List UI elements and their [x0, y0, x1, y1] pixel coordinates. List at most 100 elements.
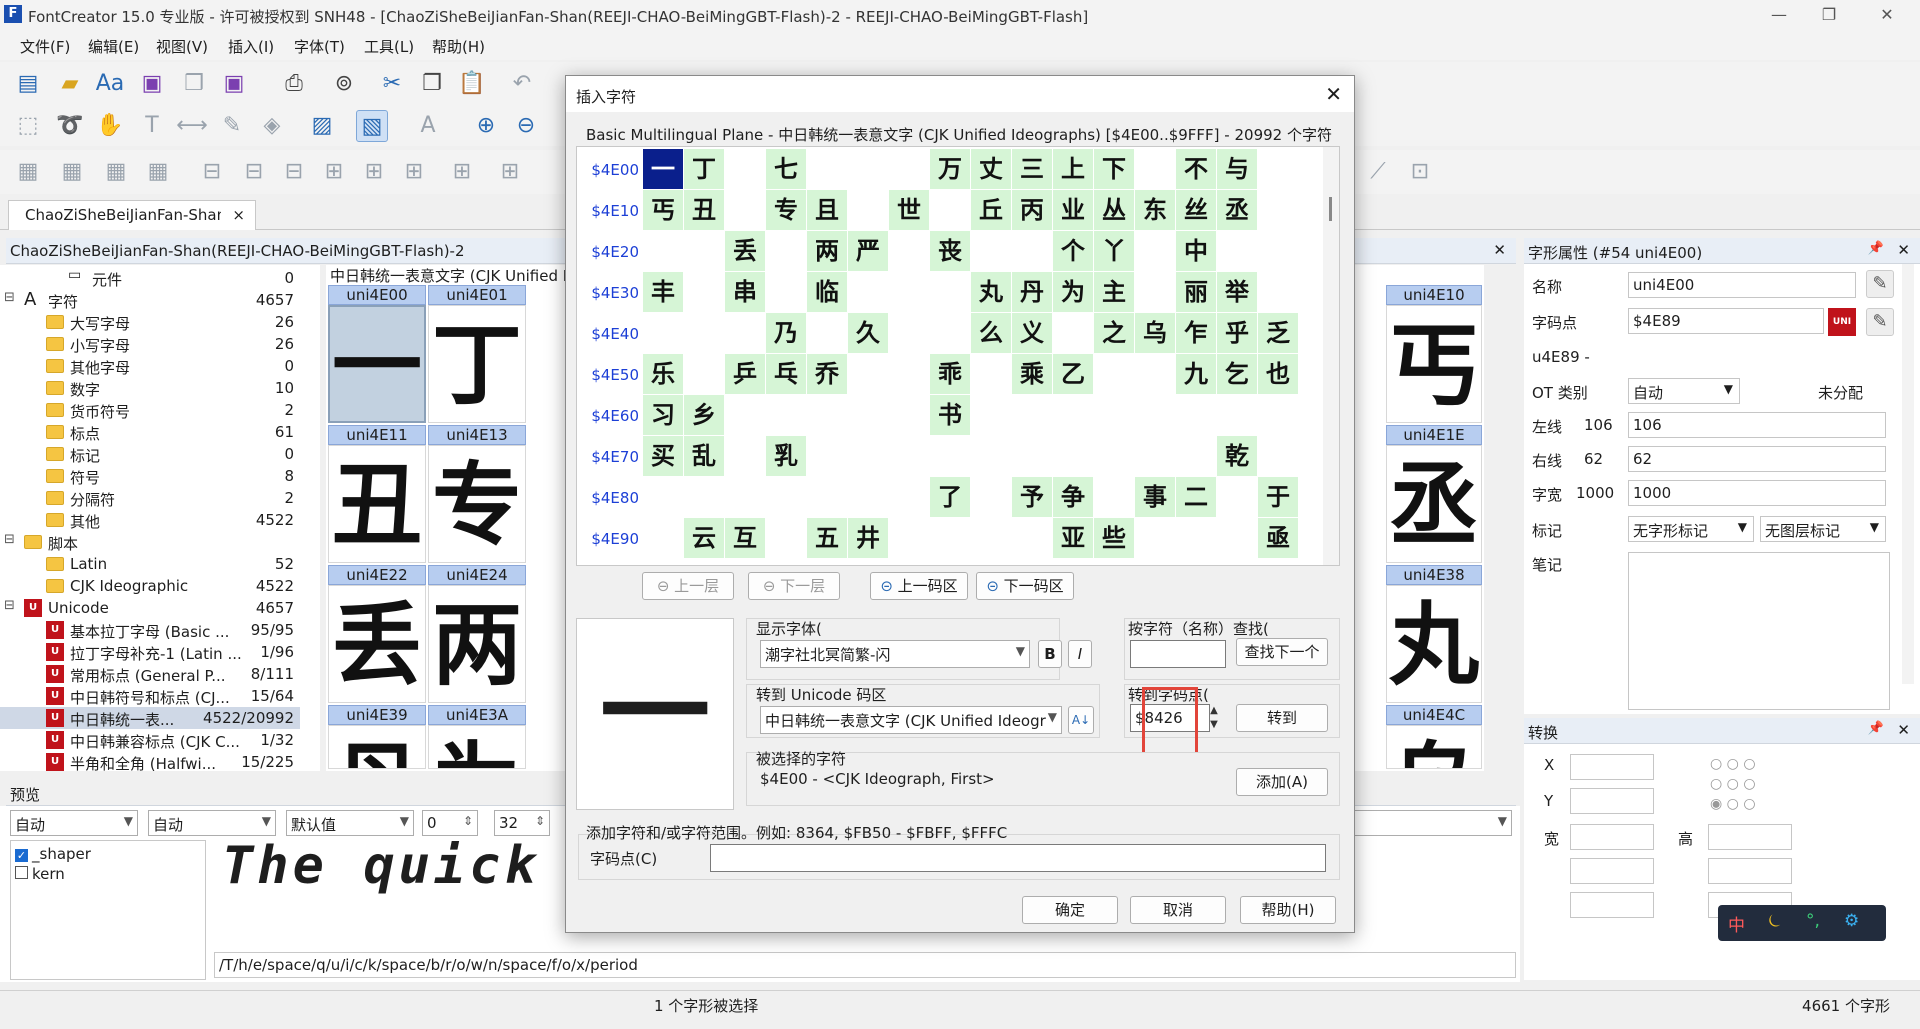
align-11-icon[interactable]: ⊞ [446, 156, 478, 188]
char-cell[interactable] [807, 313, 847, 353]
char-cell[interactable]: 丹 [1012, 272, 1052, 312]
char-cell[interactable] [848, 436, 888, 476]
char-cell[interactable] [971, 518, 1011, 558]
hscale-input[interactable] [1570, 858, 1654, 884]
glyph-header[interactable]: uni4E4C [1386, 705, 1482, 725]
char-cell[interactable]: 乾 [1217, 436, 1257, 476]
font-style-icon[interactable]: A [412, 110, 444, 142]
char-cell[interactable] [889, 272, 929, 312]
align-8-icon[interactable]: ⊞ [318, 156, 350, 188]
char-cell[interactable] [930, 272, 970, 312]
props-scrollbar[interactable] [1902, 264, 1914, 684]
char-cell[interactable] [725, 190, 765, 230]
edit-code-icon[interactable]: ✎ [1866, 308, 1894, 336]
sort-az-icon[interactable]: A↓ [1068, 706, 1094, 734]
tree-item[interactable]: 数字 10 [0, 377, 300, 399]
anchor-grid-icon[interactable]: ○ ○ ○ ○ ○ ○ ◉ ○ ○ [1710, 754, 1770, 814]
char-cell[interactable] [1012, 395, 1052, 435]
char-cell[interactable]: 丑 [684, 190, 724, 230]
find-next-button[interactable]: 查找下一个 [1236, 638, 1328, 666]
glyph-header[interactable]: uni4E1E [1386, 425, 1482, 445]
char-cell[interactable]: 亟 [1258, 518, 1298, 558]
char-cell[interactable]: 乎 [1217, 313, 1257, 353]
char-cell[interactable] [1094, 354, 1134, 394]
char-cell[interactable] [1176, 436, 1216, 476]
char-cell[interactable]: 乡 [684, 395, 724, 435]
char-cell[interactable]: 中 [1176, 231, 1216, 271]
collapse-icon[interactable]: ⊟ [4, 290, 15, 305]
spin-updown-icon[interactable]: ▲ ▼ [1206, 704, 1222, 732]
save-as-icon[interactable]: ▣ [218, 68, 250, 100]
select-rect-icon[interactable]: ⬚ [12, 110, 44, 142]
char-cell[interactable] [889, 354, 929, 394]
char-cell[interactable]: 为 [1053, 272, 1093, 312]
char-cell[interactable] [930, 436, 970, 476]
char-cell[interactable]: 且 [807, 190, 847, 230]
left-input[interactable]: 106 [1628, 412, 1886, 438]
char-cell[interactable]: 业 [1053, 190, 1093, 230]
char-cell[interactable] [725, 395, 765, 435]
char-cell[interactable] [1176, 518, 1216, 558]
char-cell[interactable]: 丽 [1176, 272, 1216, 312]
char-cell[interactable] [1258, 190, 1298, 230]
y-input[interactable] [1570, 788, 1654, 814]
tree-item[interactable]: ▭ 元件 0 [0, 267, 300, 289]
char-cell[interactable]: 乖 [930, 354, 970, 394]
char-cell[interactable] [766, 272, 806, 312]
char-cell[interactable]: 万 [930, 149, 970, 189]
text-tool-icon[interactable]: T [136, 110, 168, 142]
print-icon[interactable]: ⎙ [278, 68, 310, 100]
tree-item[interactable]: 符号 8 [0, 465, 300, 487]
x-input[interactable] [1570, 754, 1654, 780]
pin-icon[interactable]: 📌 [1868, 241, 1884, 256]
moon-icon[interactable]: ⏾ [1768, 911, 1781, 931]
up-layer-button[interactable]: ⊖ 上一层 [642, 572, 734, 600]
char-cell[interactable] [725, 313, 765, 353]
tree-item[interactable]: 其他 4522 [0, 509, 300, 531]
glyph-header[interactable]: uni4E13 [428, 425, 526, 445]
tree-item[interactable]: 标点 61 [0, 421, 300, 443]
char-cell[interactable] [1135, 436, 1175, 476]
find-binoculars-icon[interactable]: ⊚ [328, 68, 360, 100]
char-cell[interactable]: 丘 [971, 190, 1011, 230]
tree-item[interactable]: 分隔符 2 [0, 487, 300, 509]
char-cell[interactable]: 与 [1217, 149, 1257, 189]
edit-name-icon[interactable]: ✎ [1866, 270, 1894, 298]
char-cell[interactable] [1217, 518, 1257, 558]
char-cell[interactable] [1258, 272, 1298, 312]
char-cell[interactable]: 丙 [1012, 190, 1052, 230]
char-cell[interactable]: 也 [1258, 354, 1298, 394]
align-10-icon[interactable]: ⊞ [398, 156, 430, 188]
close-tab-icon[interactable]: × [232, 206, 245, 224]
code-input[interactable]: $4E89 [1628, 308, 1824, 334]
char-cell[interactable] [971, 436, 1011, 476]
char-cell[interactable] [971, 477, 1011, 517]
char-cell[interactable] [848, 477, 888, 517]
char-cell[interactable]: 东 [1135, 190, 1175, 230]
glyph-cell[interactable]: 丐 [1386, 305, 1482, 423]
char-cell[interactable]: 二 [1176, 477, 1216, 517]
char-cell[interactable] [684, 231, 724, 271]
preview-spin-1[interactable]: 0 ⇕ [422, 810, 478, 836]
char-cell[interactable]: 举 [1217, 272, 1257, 312]
menu-insert[interactable]: 插入(I) [228, 36, 274, 57]
feature-shaper[interactable]: ✓ _shaper [15, 845, 91, 863]
char-cell[interactable]: 个 [1053, 231, 1093, 271]
glyph-header[interactable]: uni4E00 [328, 285, 426, 305]
char-cell[interactable] [766, 395, 806, 435]
feature-kern[interactable]: kern [15, 865, 65, 883]
preview-default-combo[interactable]: 默认值 ▼ [286, 810, 414, 836]
align-5-icon[interactable]: ⊟ [196, 156, 228, 188]
tree-item[interactable]: 标记 0 [0, 443, 300, 465]
char-cell[interactable]: 丞 [1217, 190, 1257, 230]
down-layer-button[interactable]: ⊖ 下一层 [748, 572, 840, 600]
char-cell[interactable] [930, 190, 970, 230]
glyph-header[interactable]: uni4E39 [328, 705, 426, 725]
char-cell[interactable]: 九 [1176, 354, 1216, 394]
font-combo[interactable]: 潮字社北冥简繁-闪 ▼ [760, 640, 1030, 668]
close-window-icon[interactable]: ✕ [1864, 0, 1910, 30]
collapse-icon[interactable]: ⊟ [4, 532, 15, 547]
char-cell[interactable] [1053, 436, 1093, 476]
name-input[interactable]: uni4E00 [1628, 272, 1856, 298]
char-cell[interactable] [643, 477, 683, 517]
